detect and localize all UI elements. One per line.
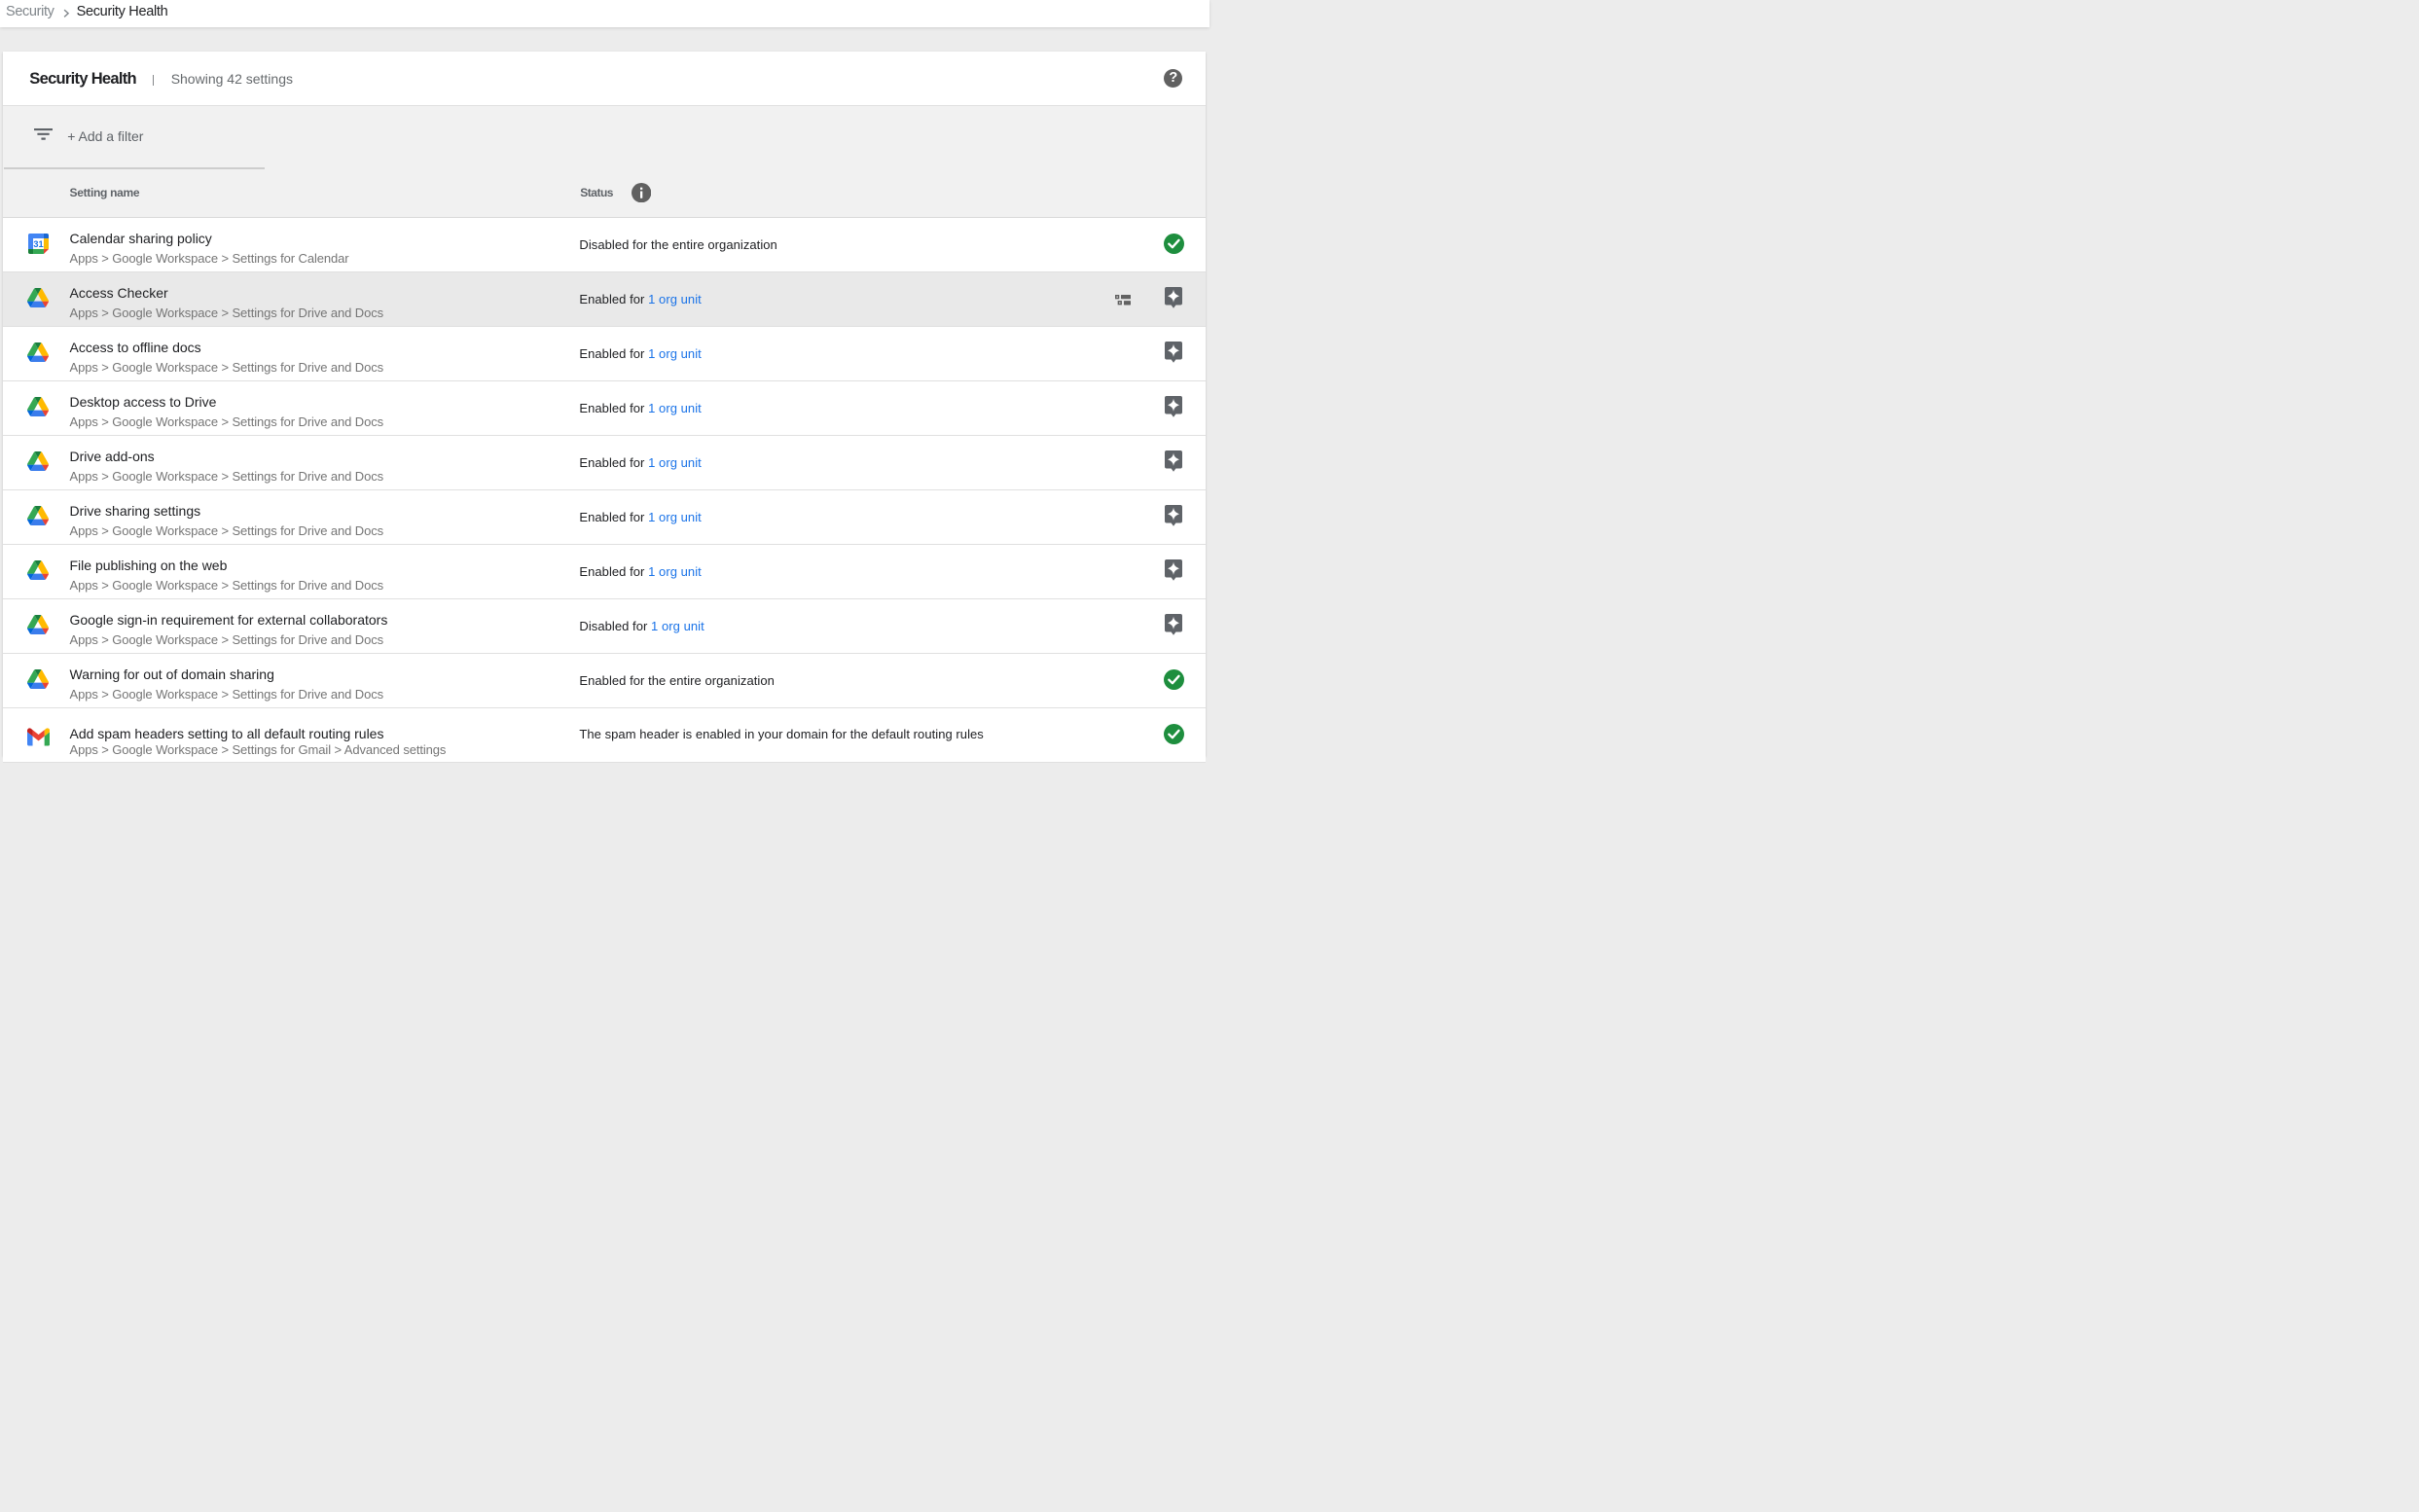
svg-text:31: 31 — [33, 239, 43, 249]
